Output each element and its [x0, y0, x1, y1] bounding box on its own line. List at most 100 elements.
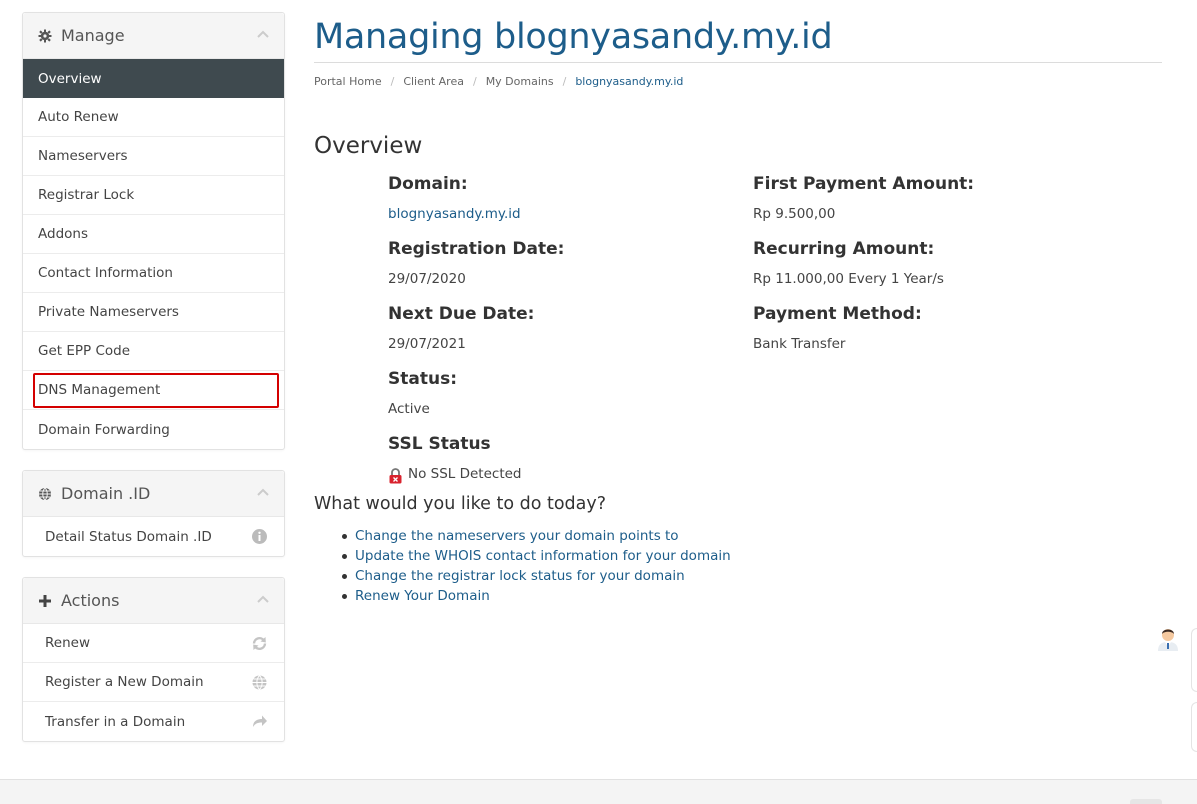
todo-link-whois[interactable]: Update the WHOIS contact information for… — [355, 548, 731, 564]
manage-panel-header[interactable]: Manage — [23, 13, 284, 59]
list-item[interactable]: Renew Your Domain — [342, 586, 731, 606]
breadcrumb-separator: / — [562, 74, 567, 88]
breadcrumb-current: blognyasandy.my.id — [575, 74, 684, 88]
globe-icon — [251, 674, 268, 691]
sidebar-item-domain-forwarding[interactable]: Domain Forwarding — [23, 410, 284, 449]
sidebar-item-dns-management[interactable]: DNS Management — [23, 371, 284, 410]
chevron-up-icon[interactable] — [256, 485, 270, 499]
details-left-column: Domain: blognyasandy.my.id Registration … — [388, 163, 564, 488]
todo-title: What would you like to do today? — [314, 494, 607, 514]
status-field: Status: Active — [388, 364, 564, 423]
field-label: Status: — [388, 369, 457, 389]
bullet — [342, 553, 347, 559]
lock-icon — [388, 466, 403, 484]
sidebar: Manage Overview Auto Renew Nameservers R… — [22, 12, 285, 762]
sidebar-item-transfer-domain[interactable]: Transfer in a Domain — [23, 702, 284, 741]
todo-link-nameservers[interactable]: Change the nameservers your domain point… — [355, 528, 679, 544]
list-item[interactable]: Change the nameservers your domain point… — [342, 526, 731, 546]
sidebar-item-label: Renew — [45, 635, 90, 651]
sidebar-item-label: Registrar Lock — [38, 187, 135, 203]
manage-panel-title: Manage — [61, 26, 125, 45]
sidebar-item-label: Addons — [38, 226, 88, 242]
sidebar-item-label: Domain Forwarding — [38, 421, 170, 438]
field-value: 29/07/2020 — [388, 271, 466, 287]
sidebar-item-auto-renew[interactable]: Auto Renew — [23, 98, 284, 137]
sidebar-item-registrar-lock[interactable]: Registrar Lock — [23, 176, 284, 215]
domain-link[interactable]: blognyasandy.my.id — [388, 200, 564, 228]
chevron-up-icon[interactable] — [256, 27, 270, 41]
section-title: Overview — [314, 133, 423, 159]
todo-link-renew[interactable]: Renew Your Domain — [355, 588, 490, 604]
breadcrumb-separator: / — [390, 74, 395, 88]
sidebar-item-overview[interactable]: Overview — [23, 59, 284, 98]
field-label: Recurring Amount: — [753, 239, 935, 259]
share-icon — [251, 713, 268, 730]
gear-icon — [37, 28, 53, 44]
sidebar-item-detail-status-domain[interactable]: Detail Status Domain .ID — [23, 517, 284, 556]
sidebar-item-addons[interactable]: Addons — [23, 215, 284, 254]
sidebar-item-renew[interactable]: Renew — [23, 624, 284, 663]
sidebar-item-get-epp-code[interactable]: Get EPP Code — [23, 332, 284, 371]
manage-panel: Manage Overview Auto Renew Nameservers R… — [22, 12, 285, 450]
field-label: Registration Date: — [388, 239, 565, 259]
sidebar-item-label: DNS Management — [38, 382, 161, 398]
sidebar-item-label: Transfer in a Domain — [45, 713, 186, 730]
sidebar-item-label: Auto Renew — [38, 109, 119, 125]
field-label: First Payment Amount: — [753, 174, 975, 194]
field-label: Next Due Date: — [388, 304, 535, 324]
chevron-up-icon[interactable] — [256, 592, 270, 606]
sidebar-item-label: Detail Status Domain .ID — [45, 528, 212, 545]
sidebar-item-nameservers[interactable]: Nameservers — [23, 137, 284, 176]
domain-id-panel-title: Domain .ID — [61, 484, 151, 503]
globe-icon — [37, 486, 53, 502]
next-due-date-field: Next Due Date: 29/07/2021 — [388, 299, 564, 358]
breadcrumb-my-domains[interactable]: My Domains — [486, 75, 554, 88]
footer — [0, 779, 1197, 804]
domain-field: Domain: blognyasandy.my.id — [388, 169, 564, 228]
chat-tab[interactable] — [1191, 702, 1197, 752]
plus-icon — [37, 593, 53, 609]
recurring-amount-field: Recurring Amount: Rp 11.000,00 Every 1 Y… — [753, 234, 974, 293]
actions-panel-title: Actions — [61, 591, 120, 610]
details-right-column: First Payment Amount: Rp 9.500,00 Recurr… — [753, 163, 974, 358]
domain-details: Domain: blognyasandy.my.id Registration … — [314, 163, 1162, 484]
field-value: Bank Transfer — [753, 336, 846, 352]
registration-date-field: Registration Date: 29/07/2020 — [388, 234, 564, 293]
sidebar-item-label: Overview — [38, 70, 102, 87]
list-item[interactable]: Update the WHOIS contact information for… — [342, 546, 731, 566]
main-content: Managing blognyasandy.my.id Portal Home … — [314, 12, 1162, 484]
back-to-top-button[interactable] — [1130, 799, 1162, 804]
todo-link-registrar-lock[interactable]: Change the registrar lock status for you… — [355, 568, 685, 584]
domain-id-panel: Domain .ID Detail Status Domain .ID — [22, 470, 285, 557]
refresh-icon — [251, 635, 268, 652]
bullet — [342, 533, 347, 539]
sidebar-item-label: Contact Information — [38, 265, 173, 281]
info-icon — [251, 528, 268, 545]
sidebar-item-contact-information[interactable]: Contact Information — [23, 254, 284, 293]
chat-avatar-icon[interactable] — [1154, 624, 1182, 652]
sidebar-item-label: Nameservers — [38, 148, 128, 164]
sidebar-item-private-nameservers[interactable]: Private Nameservers — [23, 293, 284, 332]
payment-method-field: Payment Method: Bank Transfer — [753, 299, 974, 358]
breadcrumb: Portal Home / Client Area / My Domains /… — [314, 73, 1162, 89]
sidebar-item-label: Get EPP Code — [38, 343, 131, 359]
bullet — [342, 573, 347, 579]
field-value: Rp 11.000,00 Every 1 Year/s — [753, 271, 944, 287]
field-value: Rp 9.500,00 — [753, 206, 836, 222]
ssl-status-field: SSL Status No SSL Detected — [388, 429, 564, 488]
field-value: Active — [388, 401, 430, 417]
breadcrumb-portal-home[interactable]: Portal Home — [314, 75, 382, 88]
chat-tab[interactable] — [1191, 628, 1197, 692]
first-payment-field: First Payment Amount: Rp 9.500,00 — [753, 169, 974, 228]
ssl-status-value: No SSL Detected — [388, 460, 564, 488]
field-label: Domain: — [388, 174, 468, 194]
todo-list: Change the nameservers your domain point… — [342, 526, 731, 606]
domain-id-panel-header[interactable]: Domain .ID — [23, 471, 284, 517]
sidebar-item-register-new-domain[interactable]: Register a New Domain — [23, 663, 284, 702]
actions-panel-header[interactable]: Actions — [23, 578, 284, 624]
actions-panel: Actions Renew Register a New Domain Tran… — [22, 577, 285, 742]
list-item[interactable]: Change the registrar lock status for you… — [342, 566, 731, 586]
field-label: SSL Status — [388, 434, 491, 454]
breadcrumb-client-area[interactable]: Client Area — [403, 75, 464, 88]
sidebar-item-label: Private Nameservers — [38, 304, 179, 320]
